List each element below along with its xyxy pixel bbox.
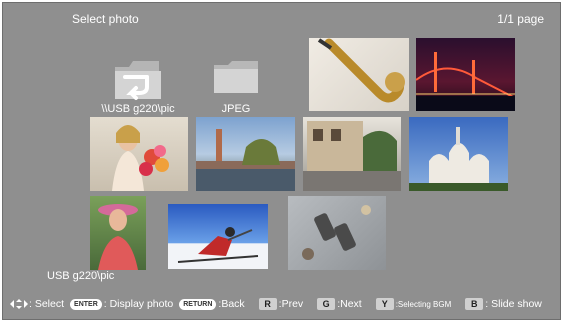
y-key-icon: Y — [375, 298, 394, 310]
saxophone-image — [317, 38, 405, 103]
street-cafe-image — [303, 121, 401, 191]
back-label: :Back — [218, 298, 245, 310]
skier-image — [177, 227, 259, 263]
folder-icon — [214, 61, 258, 93]
photo-thumbnail-skier[interactable] — [168, 204, 268, 269]
slideshow-label: : Slide show — [485, 298, 542, 310]
page-indicator: 1/1 page — [497, 12, 544, 26]
folder-jpeg[interactable]: JPEG — [203, 51, 269, 121]
display-photo-label: : Display photo — [103, 298, 174, 310]
bgm-label: :Selecting BGM — [395, 299, 452, 309]
return-key-icon: RETURN — [179, 298, 217, 310]
woman-flowers-image — [112, 125, 169, 191]
woman-hat-image — [98, 204, 138, 270]
photo-thumbnail-woman-flowers[interactable] — [90, 117, 188, 191]
select-label: : Select — [29, 298, 65, 310]
photo-browser-screen: Select photo 1/1 page \\USB g220\pic JPE… — [2, 2, 561, 320]
prev-label: :Prev — [278, 298, 304, 310]
page-title: Select photo — [72, 12, 139, 26]
b-key-icon: B — [465, 298, 484, 310]
basilica-image — [409, 127, 508, 191]
photo-thumbnail-woman-hat[interactable] — [90, 196, 146, 270]
photo-thumbnail-basilica[interactable] — [409, 117, 508, 191]
g-key-icon: G — [317, 298, 336, 310]
photo-thumbnail-binoculars[interactable] — [288, 196, 386, 270]
enter-key-icon: ENTER — [70, 298, 102, 310]
button-guide: : Select ENTER : Display photo RETURN :B… — [9, 296, 557, 312]
church-river-image — [196, 129, 295, 191]
photo-thumbnail-street-cafe[interactable] — [303, 117, 401, 191]
photo-thumbnail-bridge[interactable] — [416, 38, 515, 111]
next-label: :Next — [337, 298, 362, 310]
current-path: USB g220\pic — [47, 270, 115, 282]
binoculars-image — [302, 205, 371, 260]
folder-label: JPEG — [221, 103, 251, 115]
back-folder-icon — [115, 61, 161, 100]
photo-thumbnail-church-river[interactable] — [196, 117, 295, 191]
arrow-keys-icon — [10, 299, 28, 309]
folder-label: \\USB g220\pic — [101, 103, 175, 115]
photo-thumbnail-saxophone[interactable] — [309, 38, 409, 111]
bridge-image — [416, 52, 515, 111]
folder-parent[interactable]: \\USB g220\pic — [83, 51, 193, 121]
r-key-icon: R — [258, 298, 277, 310]
